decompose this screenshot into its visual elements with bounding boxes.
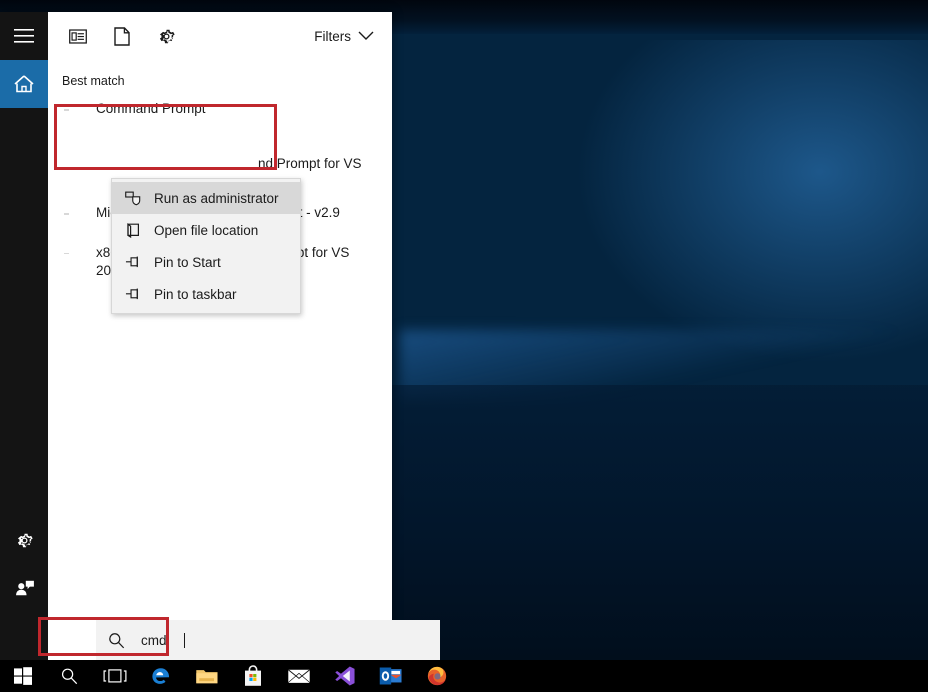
menu-item-run-as-administrator[interactable]: Run as administrator	[112, 182, 300, 214]
firefox-icon	[426, 665, 448, 687]
mail-button[interactable]	[276, 660, 322, 692]
search-magnifier-icon	[108, 632, 125, 649]
start-button[interactable]	[0, 660, 46, 692]
task-view-button[interactable]	[92, 660, 138, 692]
vscode-button[interactable]	[322, 660, 368, 692]
task-view-icon	[103, 668, 127, 684]
menu-item-label: Pin to taskbar	[154, 287, 237, 302]
windows-logo-icon	[13, 666, 33, 686]
list-item-label: nd Prompt for VS	[258, 155, 362, 173]
filters-button[interactable]: Filters	[306, 23, 378, 50]
pin-icon	[124, 287, 142, 301]
mail-envelope-icon	[287, 667, 311, 685]
taskbar	[0, 660, 928, 692]
firefox-button[interactable]	[414, 660, 460, 692]
apps-window-icon	[69, 29, 87, 44]
search-bar[interactable]: cmd	[96, 620, 440, 660]
menu-item-pin-to-taskbar[interactable]: Pin to taskbar	[112, 278, 300, 310]
search-toolbar: Filters	[48, 12, 392, 60]
hamburger-menu-icon	[14, 29, 34, 43]
search-button[interactable]	[46, 660, 92, 692]
store-bag-icon	[243, 665, 263, 687]
search-magnifier-icon	[60, 667, 79, 686]
search-results-area: Best match Command Prompt nd Prompt for …	[48, 60, 392, 660]
search-input-value: cmd	[141, 633, 167, 648]
menu-item-label: Pin to Start	[154, 255, 221, 270]
search-input[interactable]: cmd	[108, 626, 440, 654]
gear-icon	[157, 27, 176, 46]
start-search-panel: Filters Best match Command Prompt nd Pro…	[0, 12, 392, 660]
outlook-button[interactable]	[368, 660, 414, 692]
pin-icon	[124, 255, 142, 269]
screen: Filters Best match Command Prompt nd Pro…	[0, 0, 928, 692]
sidebar-item-feedback[interactable]	[0, 564, 48, 612]
document-icon	[114, 27, 130, 46]
run-as-administrator-shield-icon	[124, 191, 142, 206]
context-menu: Run as administrator Open file location	[111, 178, 301, 314]
start-panel-body: Filters Best match Command Prompt nd Pro…	[48, 12, 392, 660]
open-file-location-folder-icon	[124, 222, 142, 238]
menu-item-pin-to-start[interactable]: Pin to Start	[112, 246, 300, 278]
file-explorer-button[interactable]	[184, 660, 230, 692]
settings-filter-button[interactable]	[144, 14, 188, 58]
outlook-icon	[379, 666, 403, 686]
text-caret	[184, 633, 185, 648]
hamburger-menu-button[interactable]	[0, 12, 48, 60]
documents-filter-button[interactable]	[100, 14, 144, 58]
list-item-label: Command Prompt	[96, 100, 206, 118]
best-match-label: Best match	[48, 60, 392, 96]
list-item[interactable]: Command Prompt	[48, 96, 392, 125]
edge-browser-icon	[150, 665, 172, 687]
sidebar-item-settings[interactable]	[0, 516, 48, 564]
visual-studio-code-icon	[334, 665, 356, 687]
menu-item-open-file-location[interactable]: Open file location	[112, 214, 300, 246]
list-item[interactable]: nd Prompt for VS	[48, 125, 392, 180]
store-button[interactable]	[230, 660, 276, 692]
filters-label: Filters	[314, 29, 351, 44]
start-left-rail	[0, 12, 48, 660]
chevron-down-icon	[358, 31, 374, 41]
apps-filter-button[interactable]	[56, 14, 100, 58]
home-icon	[13, 74, 35, 94]
gear-icon	[15, 531, 34, 550]
menu-item-label: Open file location	[154, 223, 258, 238]
edge-button[interactable]	[138, 660, 184, 692]
folder-icon	[195, 666, 219, 686]
start-rail-bottom-group	[0, 516, 48, 612]
menu-item-label: Run as administrator	[154, 191, 279, 206]
sidebar-item-home[interactable]	[0, 60, 48, 108]
wallpaper-glow	[568, 40, 928, 370]
feedback-person-icon	[13, 579, 35, 597]
